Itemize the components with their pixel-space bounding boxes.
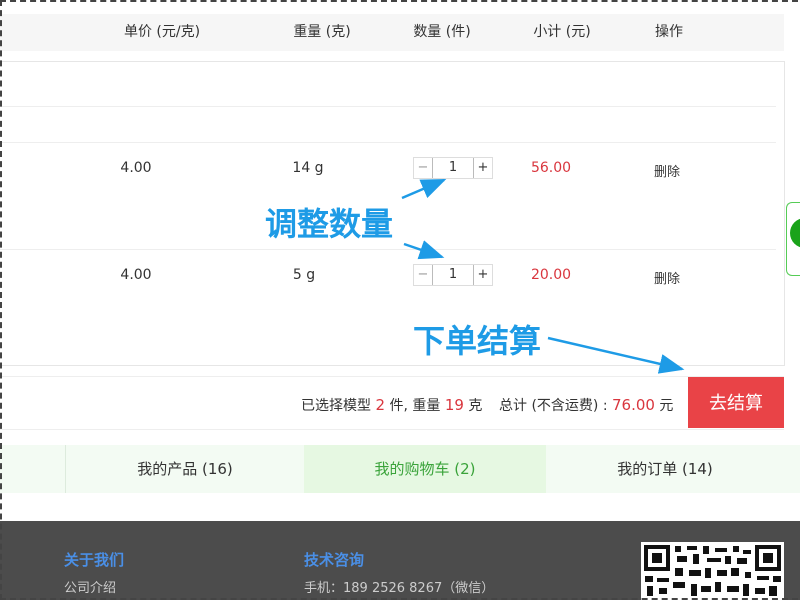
contact-phone: 手机：189 2526 8267（微信） xyxy=(304,581,495,596)
total-value: 76.00 xyxy=(612,396,655,414)
increase-button[interactable]: + xyxy=(474,158,492,178)
currency-label: 元 xyxy=(659,398,674,414)
divider xyxy=(0,249,776,250)
quantity-stepper[interactable]: − 1 + xyxy=(413,157,493,179)
about-us-heading: 关于我们 xyxy=(64,551,125,569)
tab-my-cart[interactable]: 我的购物车 (2) xyxy=(304,445,546,493)
qr-code xyxy=(641,542,784,600)
row-unit-price: 4.00 xyxy=(120,160,152,176)
delete-link[interactable]: 删除 xyxy=(654,268,680,287)
header-quantity: 数量 (件) xyxy=(413,24,471,40)
row-subtotal: 20.00 xyxy=(530,267,572,283)
annotation-place-order: 下单结算 xyxy=(413,322,542,360)
qr-code-icon xyxy=(641,542,784,600)
tab-my-orders[interactable]: 我的订单 (14) xyxy=(546,445,784,493)
total-label: 总计 (不含运费) : xyxy=(499,398,608,414)
tech-consult-heading: 技术咨询 xyxy=(304,551,365,569)
row-weight: 5 g xyxy=(292,267,316,283)
side-float-tab[interactable] xyxy=(786,202,800,276)
selected-prefix: 已选择模型 xyxy=(301,398,371,414)
cart-table-header: 单价 (元/克) 重量 (克) 数量 (件) 小计 (元) 操作 xyxy=(0,14,784,51)
row-subtotal: 56.00 xyxy=(530,160,572,176)
total-summary: 总计 (不含运费) : 76.00 元 xyxy=(499,395,673,415)
header-subtotal: 小计 (元) xyxy=(533,24,591,40)
annotation-adjust-quantity: 调整数量 xyxy=(265,205,394,243)
checkout-button[interactable]: 去结算 xyxy=(688,377,784,428)
quantity-input[interactable]: 1 xyxy=(432,265,474,285)
quantity-input[interactable]: 1 xyxy=(432,158,474,178)
selected-summary: 已选择模型 2 件, 重量 19 克 xyxy=(301,395,482,415)
divider xyxy=(0,142,776,143)
site-footer: 关于我们 公司介绍 技术咨询 手机：189 2526 8267（微信） xyxy=(0,521,800,600)
header-weight: 重量 (克) xyxy=(293,24,351,40)
selected-count: 2 xyxy=(375,396,385,414)
header-unit-price: 单价 (元/克) xyxy=(123,24,201,40)
quantity-stepper[interactable]: − 1 + xyxy=(413,264,493,286)
weight-value: 19 xyxy=(444,396,464,414)
divider xyxy=(0,106,776,107)
row-unit-price: 4.00 xyxy=(120,267,152,283)
row-weight: 14 g xyxy=(292,160,324,176)
decrease-button[interactable]: − xyxy=(414,158,432,178)
pieces-weight-label: 件, 重量 xyxy=(389,398,441,414)
decrease-button[interactable]: − xyxy=(414,265,432,285)
company-intro-link[interactable]: 公司介绍 xyxy=(64,577,116,596)
chat-icon xyxy=(790,218,800,248)
tab-my-products[interactable]: 我的产品 (16) xyxy=(66,445,304,493)
cart-summary-bar: 已选择模型 2 件, 重量 19 克 总计 (不含运费) : 76.00 元 xyxy=(0,376,784,430)
account-tabs: 我的产品 (16) 我的购物车 (2) 我的订单 (14) xyxy=(0,445,800,493)
delete-link[interactable]: 删除 xyxy=(654,161,680,180)
header-actions: 操作 xyxy=(655,24,683,40)
weight-unit: 克 xyxy=(468,398,483,414)
increase-button[interactable]: + xyxy=(474,265,492,285)
